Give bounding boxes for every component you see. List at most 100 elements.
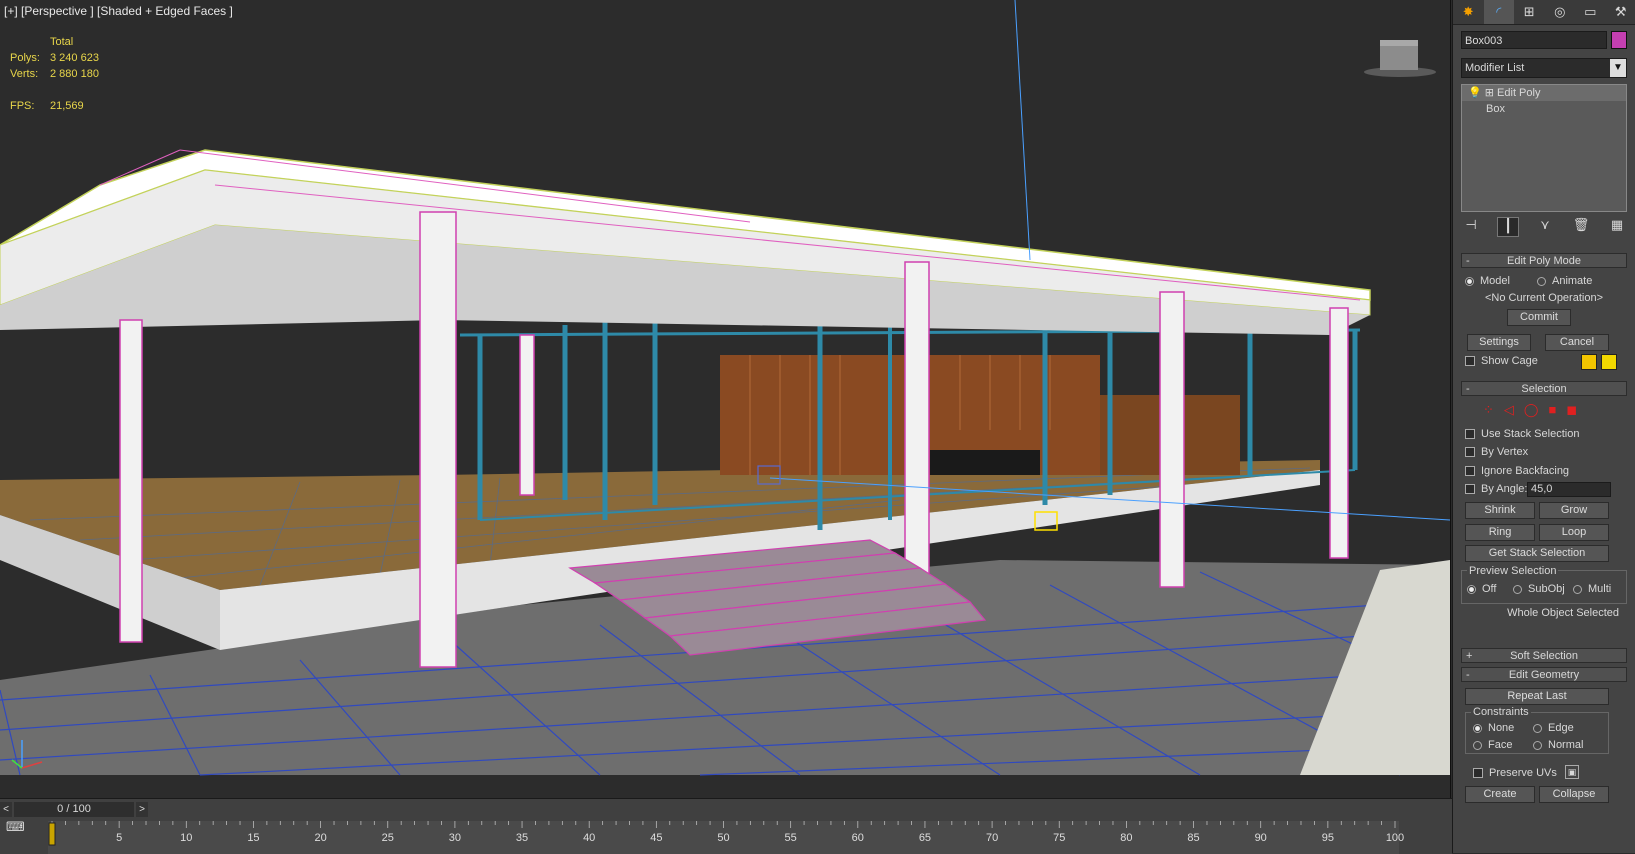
polys-label: Polys:	[10, 50, 50, 66]
viewcube-icon[interactable]	[1364, 40, 1436, 77]
scene-render	[0, 0, 1450, 798]
constraint-face-radio[interactable]: Face	[1473, 739, 1512, 751]
perspective-viewport[interactable]: [+] [Perspective ] [Shaded + Edged Faces…	[0, 0, 1451, 798]
ignore-backfacing-label: Ignore Backfacing	[1481, 465, 1569, 477]
polys-value: 3 240 623	[50, 50, 99, 66]
modifier-list-dropdown[interactable]: Modifier List ▼	[1461, 58, 1627, 78]
viewport-label[interactable]: [+] [Perspective ] [Shaded + Edged Faces…	[4, 4, 233, 18]
polygon-level-icon[interactable]: ■	[1548, 402, 1556, 418]
rollout-title: Edit Geometry	[1509, 669, 1579, 681]
frame-display[interactable]: 0 / 100	[14, 802, 134, 817]
show-end-result-icon[interactable]: ┃	[1497, 217, 1519, 237]
object-name-field[interactable]: Box003	[1461, 31, 1607, 49]
by-angle-checkbox[interactable]: By Angle:	[1465, 483, 1527, 495]
fps-value: 21,569	[50, 98, 84, 114]
command-panel-tabs: ✸ ◜ ⊞ ◎ ▭ ⚒	[1453, 0, 1635, 25]
animate-label: Animate	[1552, 275, 1592, 287]
constraint-none-label: None	[1488, 722, 1514, 734]
utilities-tab[interactable]: ⚒	[1606, 0, 1635, 24]
rollout-title: Selection	[1521, 383, 1566, 395]
selection-rollout[interactable]: - Selection	[1461, 381, 1627, 396]
make-unique-icon[interactable]: ⋎	[1535, 217, 1555, 237]
stack-toolbar: ⊣ ┃ ⋎ 🗑 ▦	[1461, 217, 1627, 237]
configure-sets-icon[interactable]: ▦	[1607, 217, 1627, 237]
modifier-stack[interactable]: 💡 ⊞ Edit Poly Box	[1461, 84, 1627, 212]
create-button[interactable]: Create	[1465, 786, 1535, 803]
modify-tab[interactable]: ◜	[1484, 0, 1515, 24]
remove-modifier-icon[interactable]: 🗑	[1571, 217, 1591, 237]
grow-button[interactable]: Grow	[1539, 502, 1609, 519]
hierarchy-tab[interactable]: ⊞	[1514, 0, 1545, 24]
current-frame-marker[interactable]	[49, 823, 55, 845]
rollout-title: Edit Poly Mode	[1507, 255, 1581, 267]
angle-spinner[interactable]: 45,0	[1527, 482, 1611, 497]
constraint-none-radio[interactable]: None	[1473, 722, 1514, 734]
constraint-face-label: Face	[1488, 739, 1512, 751]
preview-subobj-radio[interactable]: SubObj	[1513, 583, 1565, 595]
element-level-icon[interactable]: ◼	[1566, 402, 1577, 418]
stack-item-box[interactable]: Box	[1462, 101, 1626, 117]
vertex-level-icon[interactable]: ⁘	[1483, 402, 1494, 418]
frame-tick-label: 85	[1187, 832, 1199, 844]
frame-tick-label: 45	[650, 832, 662, 844]
border-level-icon[interactable]: ◯	[1524, 402, 1539, 418]
preserve-uvs-label: Preserve UVs	[1489, 767, 1557, 779]
use-stack-selection-checkbox[interactable]: Use Stack Selection	[1465, 428, 1579, 440]
commit-button[interactable]: Commit	[1507, 309, 1571, 326]
prev-frame-button[interactable]: <	[0, 802, 12, 817]
get-stack-selection-button[interactable]: Get Stack Selection	[1465, 545, 1609, 562]
soft-selection-rollout[interactable]: + Soft Selection	[1461, 648, 1627, 663]
preview-multi-radio[interactable]: Multi	[1573, 583, 1611, 595]
edit-geometry-rollout[interactable]: - Edit Geometry	[1461, 667, 1627, 682]
frame-tick-label: 90	[1255, 832, 1267, 844]
by-vertex-checkbox[interactable]: By Vertex	[1465, 446, 1528, 458]
repeat-last-button[interactable]: Repeat Last	[1465, 688, 1609, 705]
constraints-title: Constraints	[1471, 706, 1531, 718]
by-angle-label: By Angle:	[1481, 483, 1527, 495]
constraint-edge-radio[interactable]: Edge	[1533, 722, 1574, 734]
cage-color-swatch-2[interactable]	[1601, 354, 1617, 370]
track-bar[interactable]: 5101520253035404550556065707580859095100	[0, 821, 1452, 854]
ring-button[interactable]: Ring	[1465, 524, 1535, 541]
settings-icon[interactable]: ▣	[1565, 765, 1579, 779]
frame-tick-label: 55	[785, 832, 797, 844]
ignore-backfacing-checkbox[interactable]: Ignore Backfacing	[1465, 465, 1569, 477]
collapse-icon: -	[1466, 254, 1470, 269]
lightbulb-icon[interactable]: 💡	[1468, 87, 1482, 99]
next-frame-button[interactable]: >	[136, 802, 148, 817]
shrink-button[interactable]: Shrink	[1465, 502, 1535, 519]
object-color-swatch[interactable]	[1611, 31, 1627, 49]
frame-tick-label: 35	[516, 832, 528, 844]
constraint-normal-label: Normal	[1548, 739, 1583, 751]
expand-icon[interactable]: ⊞	[1485, 87, 1494, 99]
collapse-button[interactable]: Collapse	[1539, 786, 1609, 803]
pin-stack-icon[interactable]: ⊣	[1461, 217, 1481, 237]
modifier-list-label: Modifier List	[1465, 62, 1524, 74]
time-slider[interactable]: < 0 / 100 >	[0, 802, 148, 817]
by-vertex-label: By Vertex	[1481, 446, 1528, 458]
cage-color-swatch-1[interactable]	[1581, 354, 1597, 370]
loop-button[interactable]: Loop	[1539, 524, 1609, 541]
display-tab[interactable]: ▭	[1575, 0, 1606, 24]
verts-value: 2 880 180	[50, 66, 99, 82]
edge-level-icon[interactable]: ◁	[1504, 402, 1514, 418]
motion-tab[interactable]: ◎	[1545, 0, 1576, 24]
preserve-uvs-checkbox[interactable]: Preserve UVs	[1473, 767, 1557, 779]
show-cage-checkbox[interactable]: Show Cage	[1465, 355, 1538, 367]
selection-status: Whole Object Selected	[1461, 607, 1627, 619]
verts-label: Verts:	[10, 66, 50, 82]
timeline: < 0 / 100 > ⌨ 51015202530354045505560657…	[0, 798, 1452, 854]
constraint-normal-radio[interactable]: Normal	[1533, 739, 1583, 751]
preview-subobj-label: SubObj	[1528, 583, 1565, 595]
stats-header: Total	[10, 34, 99, 50]
preview-off-radio[interactable]: Off	[1467, 583, 1496, 595]
display-icon: ▭	[1584, 4, 1596, 20]
show-cage-label: Show Cage	[1481, 355, 1538, 367]
cancel-button[interactable]: Cancel	[1545, 334, 1609, 351]
animate-radio[interactable]: Animate	[1537, 275, 1592, 287]
edit-poly-mode-rollout[interactable]: - Edit Poly Mode	[1461, 253, 1627, 268]
model-radio[interactable]: Model	[1465, 275, 1510, 287]
stack-item-edit-poly[interactable]: 💡 ⊞ Edit Poly	[1462, 85, 1626, 101]
settings-button[interactable]: Settings	[1467, 334, 1531, 351]
create-tab[interactable]: ✸	[1453, 0, 1484, 24]
